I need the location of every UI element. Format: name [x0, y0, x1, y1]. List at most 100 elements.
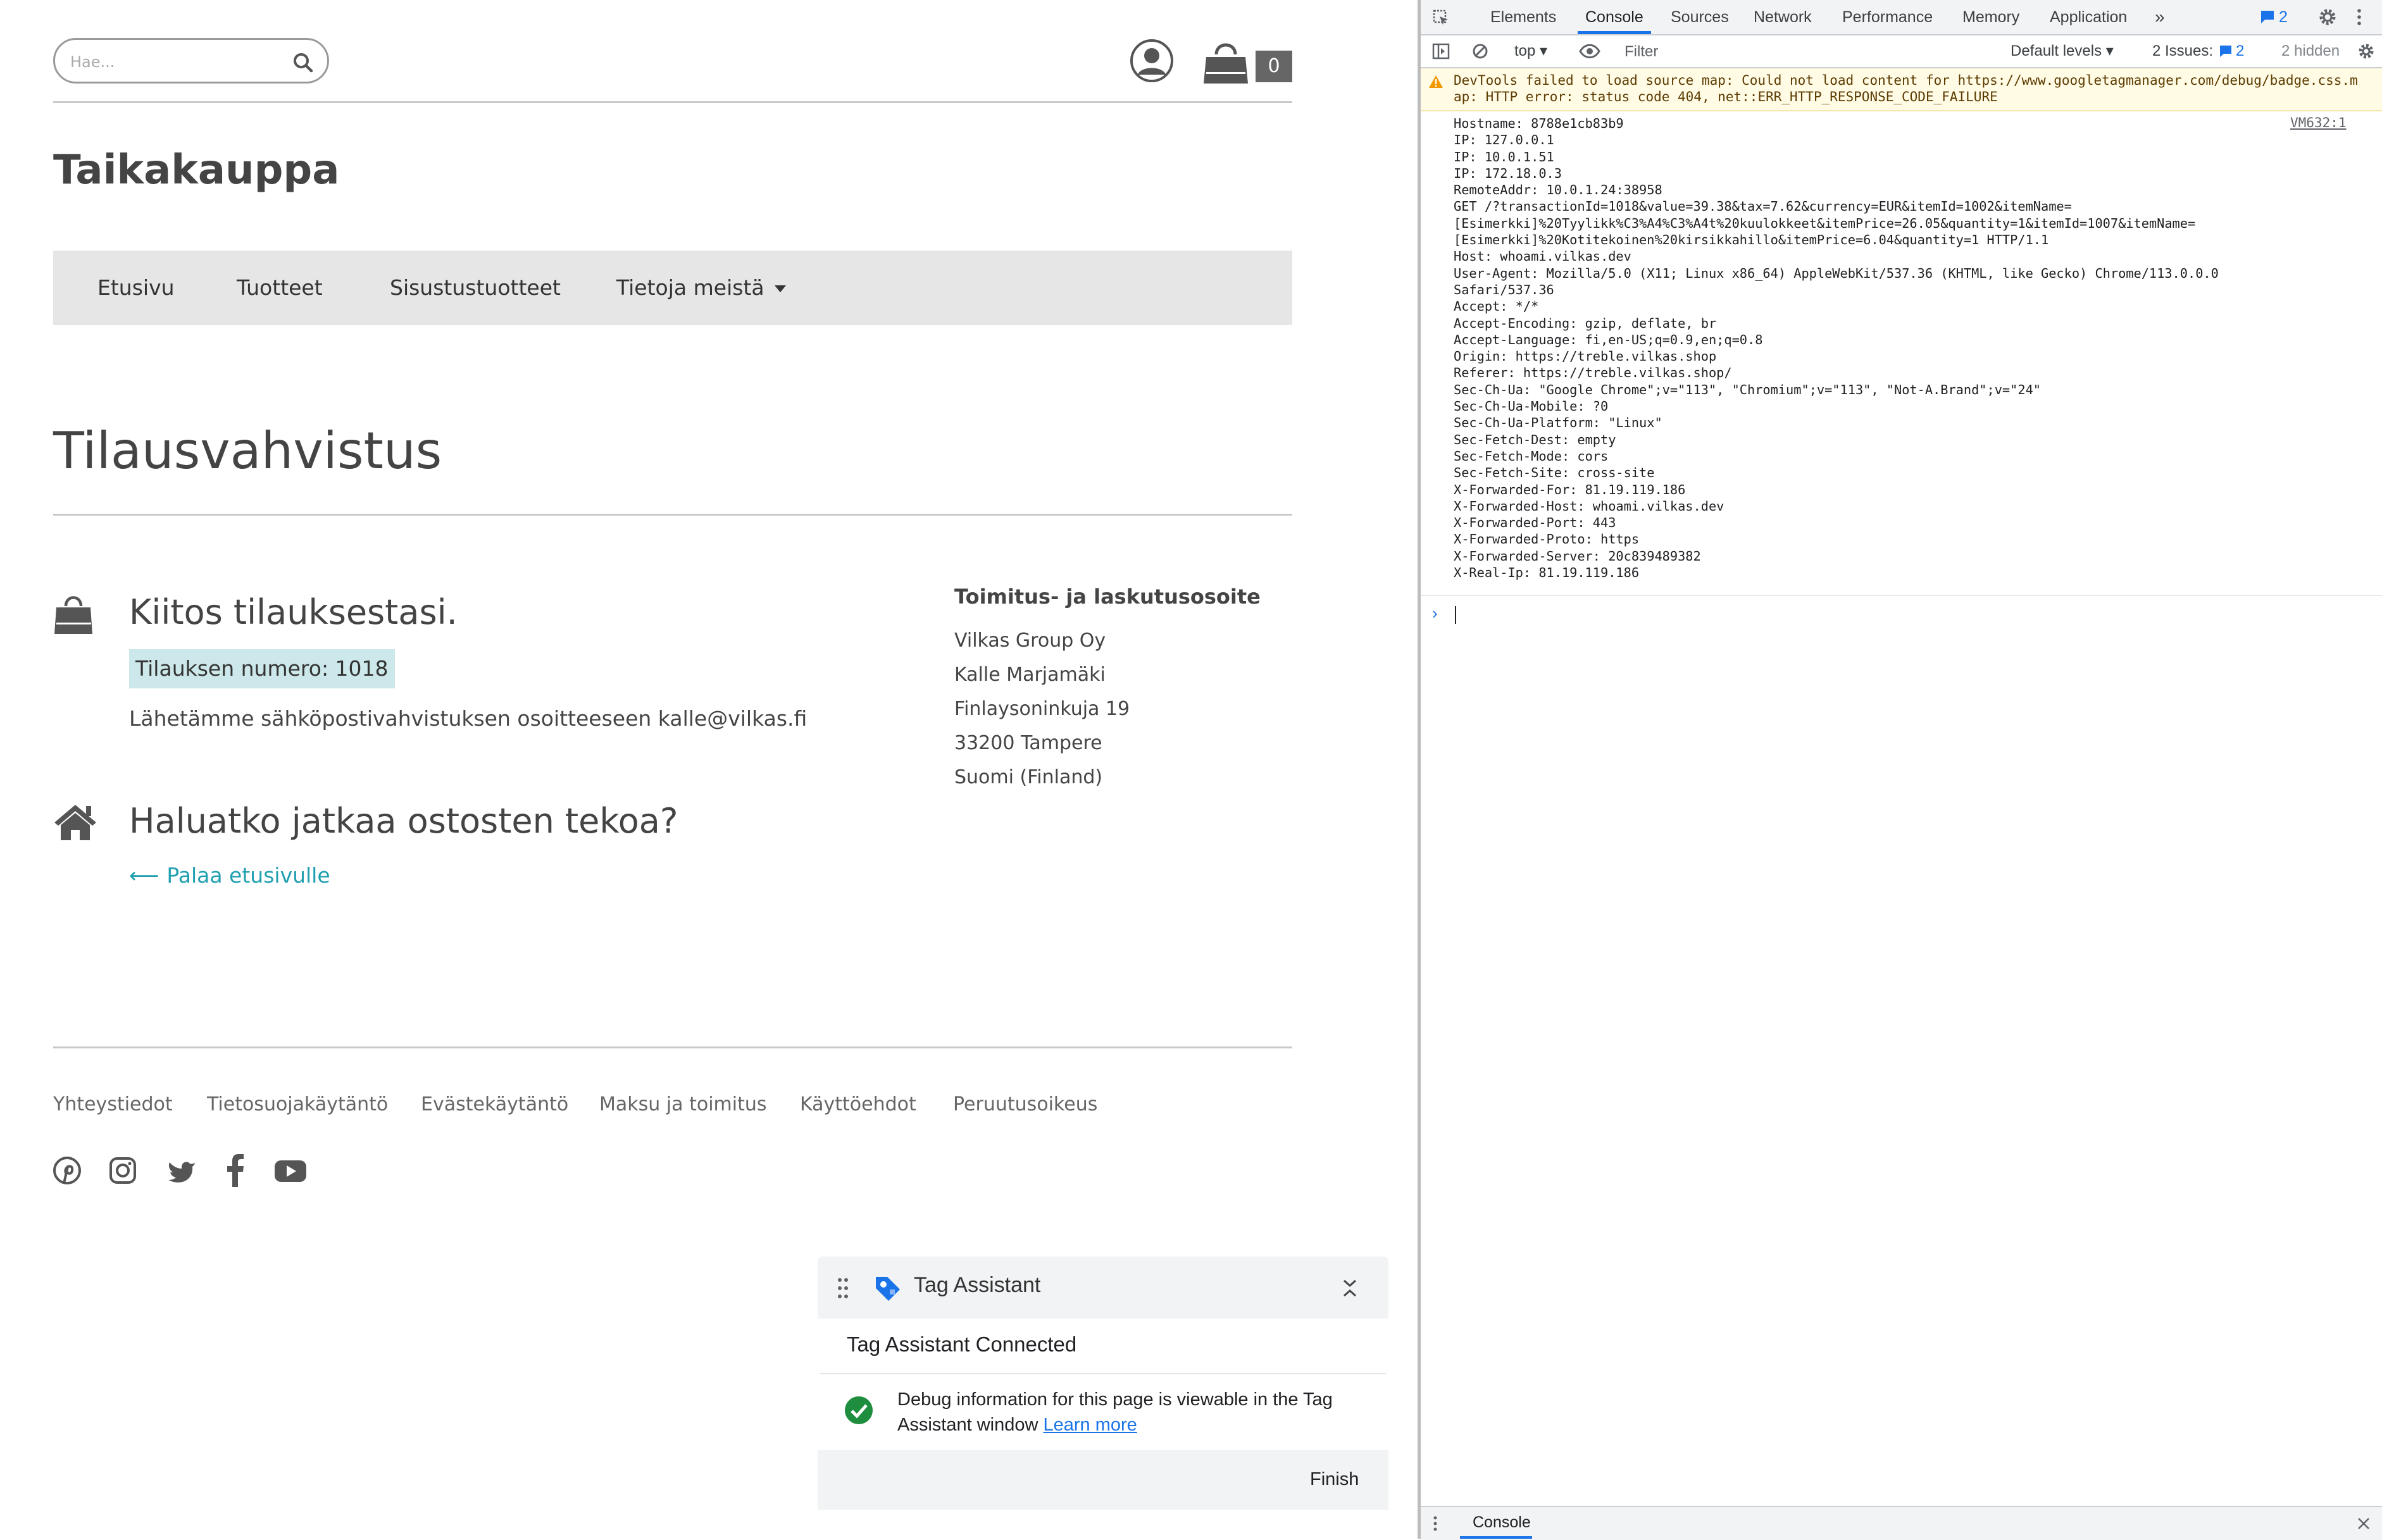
- drawer-menu-icon[interactable]: [1432, 1515, 1438, 1532]
- footer-link-evastekaytanto[interactable]: Evästekäytäntö: [421, 1093, 568, 1115]
- console-settings-gear-icon[interactable]: [2357, 42, 2375, 60]
- nav-item-etusivu[interactable]: Etusivu: [97, 251, 175, 325]
- footer-link-peruutusoikeus[interactable]: Peruutusoikeus: [953, 1093, 1097, 1115]
- warning-prefix: DevTools failed to load source map: Coul…: [1454, 73, 1958, 88]
- cart-bag-icon[interactable]: [1202, 38, 1249, 86]
- message-icon[interactable]: [2260, 9, 2275, 25]
- console-input-caret[interactable]: [1455, 606, 1456, 624]
- devtools-drawer: [1421, 1506, 2382, 1540]
- issues-count[interactable]: 2: [2236, 35, 2244, 67]
- search-icon[interactable]: [290, 50, 316, 75]
- clear-console-icon[interactable]: [1471, 42, 1489, 60]
- cart-count-badge[interactable]: 0: [1256, 51, 1292, 82]
- tab-performance[interactable]: Performance: [1842, 0, 1933, 34]
- tag-assistant-footer: [818, 1450, 1388, 1510]
- tab-elements[interactable]: Elements: [1490, 0, 1556, 34]
- sidebar-toggle-icon[interactable]: [1432, 43, 1450, 59]
- tag-assistant-divider: [820, 1373, 1386, 1374]
- more-options-icon[interactable]: [2356, 8, 2362, 27]
- console-log-line: IP: 10.0.1.51: [1454, 149, 1554, 165]
- console-log-line: Sec-Fetch-Mode: cors: [1454, 448, 1609, 464]
- footer-link-maksu-ja-toimitus[interactable]: Maksu ja toimitus: [599, 1093, 767, 1115]
- tab-application[interactable]: Application: [2050, 0, 2127, 34]
- console-log-line: [Esimerkki]%20Kotitekoinen%20kirsikkahil…: [1454, 232, 2049, 248]
- tab-network[interactable]: Network: [1754, 0, 1812, 34]
- twitter-icon[interactable]: [166, 1153, 197, 1188]
- drawer-tab-console[interactable]: Console: [1473, 1506, 1531, 1539]
- console-log-line: Safari/537.36: [1454, 282, 1554, 297]
- email-confirmation-note: Lähetämme sähköpostivahvistuksen osoitte…: [129, 706, 808, 731]
- youtube-icon[interactable]: [273, 1153, 308, 1188]
- address-name: Kalle Marjamäki: [954, 664, 1106, 686]
- console-log-line: Sec-Fetch-Dest: empty: [1454, 432, 1616, 447]
- nav-item-label: Tietoja meistä: [616, 275, 764, 300]
- tab-memory[interactable]: Memory: [1962, 0, 2019, 34]
- finish-button[interactable]: Finish: [1310, 1469, 1359, 1490]
- console-log-line: [Esimerkki]%20Tyylikk%C3%A4%C3%A4t%20kuu…: [1454, 215, 2196, 231]
- header-divider: [53, 101, 1292, 103]
- address-block: Vilkas Group Oy Kalle Marjamäki Finlayso…: [954, 624, 1130, 795]
- arrow-left-icon: ⟵: [129, 863, 159, 888]
- tag-assistant-header: [818, 1257, 1388, 1319]
- message-count[interactable]: 2: [2279, 0, 2288, 34]
- issues-label[interactable]: 2 Issues:: [2152, 35, 2213, 67]
- console-log-line: X-Forwarded-Port: 443: [1454, 515, 1616, 531]
- log-levels-dropdown[interactable]: Default levels ▾: [2011, 35, 2114, 67]
- search-box[interactable]: [53, 38, 329, 84]
- footer-link-tietosuojakaytanto[interactable]: Tietosuojakäytäntö: [207, 1093, 388, 1115]
- back-to-home-link[interactable]: ⟵ Palaa etusivulle: [129, 863, 330, 888]
- page-title: Tilausvahvistus: [53, 421, 442, 480]
- site-title[interactable]: Taikakauppa: [53, 147, 339, 194]
- footer-link-kayttoehdot[interactable]: Käyttöehdot: [800, 1093, 916, 1115]
- console-log-line: Accept-Language: fi,en-US;q=0.9,en;q=0.8: [1454, 332, 1763, 347]
- thank-you-heading: Kiitos tilauksestasi.: [129, 592, 458, 632]
- console-log-line: Hostname: 8788e1cb83b9: [1454, 116, 1624, 131]
- nav-item-tietoja-meista[interactable]: Tietoja meistä: [616, 251, 786, 325]
- store-page: 0 Taikakauppa Etusivu Tuotteet Sisustust…: [0, 0, 1418, 1539]
- nav-item-tuotteet[interactable]: Tuotteet: [237, 251, 323, 325]
- check-circle-icon: [845, 1396, 873, 1424]
- settings-gear-icon[interactable]: [2318, 8, 2337, 27]
- console-log-line: Sec-Fetch-Site: cross-site: [1454, 465, 1655, 481]
- console-log-line: X-Forwarded-Host: whoami.vilkas.dev: [1454, 498, 1724, 514]
- console-log-line: Host: whoami.vilkas.dev: [1454, 249, 1631, 264]
- order-number: Tilauksen numero: 1018: [129, 649, 395, 688]
- console-filter-input[interactable]: [1623, 39, 1980, 65]
- context-selector[interactable]: top ▾: [1514, 35, 1547, 67]
- instagram-icon[interactable]: [108, 1153, 138, 1188]
- tab-console[interactable]: Console: [1585, 0, 1643, 34]
- console-warning-message: DevTools failed to load source map: Coul…: [1421, 68, 2382, 111]
- console-log-line: Accept: */*: [1454, 299, 1539, 314]
- inspect-element-icon[interactable]: [1432, 9, 1450, 27]
- learn-more-link[interactable]: Learn more: [1044, 1415, 1137, 1435]
- pinterest-icon[interactable]: [52, 1153, 82, 1188]
- console-input-divider: [1421, 595, 2382, 596]
- console-log-line: User-Agent: Mozilla/5.0 (X11; Linux x86_…: [1454, 265, 2219, 281]
- shopping-bag-icon: [54, 596, 92, 634]
- console-log-line: X-Real-Ip: 81.19.119.186: [1454, 565, 1640, 581]
- more-tabs-icon[interactable]: »: [2155, 0, 2165, 34]
- hidden-messages-count[interactable]: 2 hidden: [2281, 35, 2340, 67]
- nav-item-sisustustuotteet[interactable]: Sisustustuotteet: [390, 251, 561, 325]
- issues-message-icon[interactable]: [2219, 45, 2232, 58]
- facebook-icon[interactable]: [225, 1153, 246, 1188]
- close-drawer-icon[interactable]: [2356, 1516, 2371, 1531]
- log-levels-label: Default levels: [2011, 42, 2102, 59]
- back-link-label: Palaa etusivulle: [166, 863, 330, 888]
- continue-shopping-heading: Haluatko jatkaa ostosten tekoa?: [129, 801, 678, 841]
- warning-icon: [1429, 75, 1443, 88]
- account-icon[interactable]: [1129, 38, 1175, 84]
- console-log-line: GET /?transactionId=1018&value=39.38&tax…: [1454, 199, 2072, 214]
- address-company: Vilkas Group Oy: [954, 630, 1106, 652]
- console-log-output: Hostname: 8788e1cb83b9 IP: 127.0.0.1 IP: 1…: [1454, 115, 2365, 581]
- search-input[interactable]: [69, 47, 280, 77]
- footer-link-yhteystiedot[interactable]: Yhteystiedot: [53, 1093, 173, 1115]
- devtools-panel: Elements Console Sources Network Perform…: [1418, 0, 2382, 1540]
- collapse-icon[interactable]: [1340, 1277, 1359, 1300]
- console-log-line: X-Forwarded-For: 81.19.119.186: [1454, 481, 1686, 497]
- console-log-line: Sec-Ch-Ua: "Google Chrome";v="113", "Chr…: [1454, 382, 2041, 397]
- tab-sources[interactable]: Sources: [1671, 0, 1729, 34]
- live-expression-eye-icon[interactable]: [1579, 43, 1600, 59]
- context-label: top: [1514, 42, 1536, 59]
- drag-handle-icon[interactable]: [837, 1277, 849, 1300]
